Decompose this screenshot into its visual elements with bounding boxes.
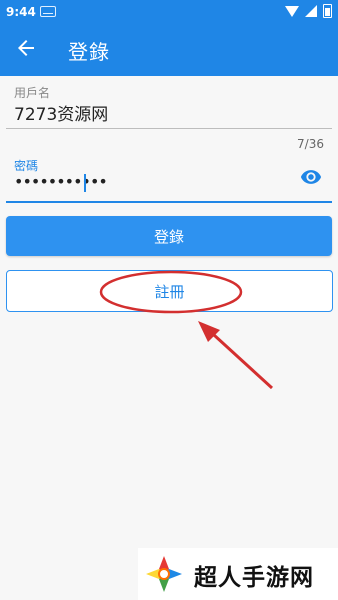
signal-icon (305, 5, 317, 17)
username-label: 用戶名 (14, 86, 51, 100)
logo-icon (144, 554, 184, 594)
watermark: 超人手游网 (138, 548, 338, 600)
annotation-arrow-head (198, 321, 220, 342)
password-underline (6, 201, 332, 203)
keyboard-icon (40, 6, 56, 17)
status-icons (285, 4, 332, 18)
text-cursor (84, 174, 86, 192)
status-bar: 9:44 (0, 0, 338, 24)
status-time: 9:44 (6, 5, 36, 19)
username-field[interactable]: 7273资源网 (14, 100, 108, 125)
arrow-left-icon[interactable] (14, 36, 38, 60)
password-field[interactable]: ••••••••••• (14, 172, 108, 191)
page-title: 登錄 (68, 40, 110, 64)
battery-icon (323, 4, 332, 18)
username-counter: 7/36 (297, 137, 324, 151)
register-button-label: 註冊 (154, 282, 185, 301)
username-underline (6, 128, 332, 129)
login-button[interactable]: 登錄 (6, 216, 332, 256)
annotation-arrow-shaft (212, 333, 274, 390)
wifi-icon (285, 5, 299, 17)
login-button-label: 登錄 (153, 227, 184, 246)
app-bar: 登錄 (0, 24, 338, 76)
register-button[interactable]: 註冊 (6, 270, 333, 312)
eye-icon[interactable] (298, 166, 324, 188)
watermark-text: 超人手游网 (194, 565, 314, 591)
